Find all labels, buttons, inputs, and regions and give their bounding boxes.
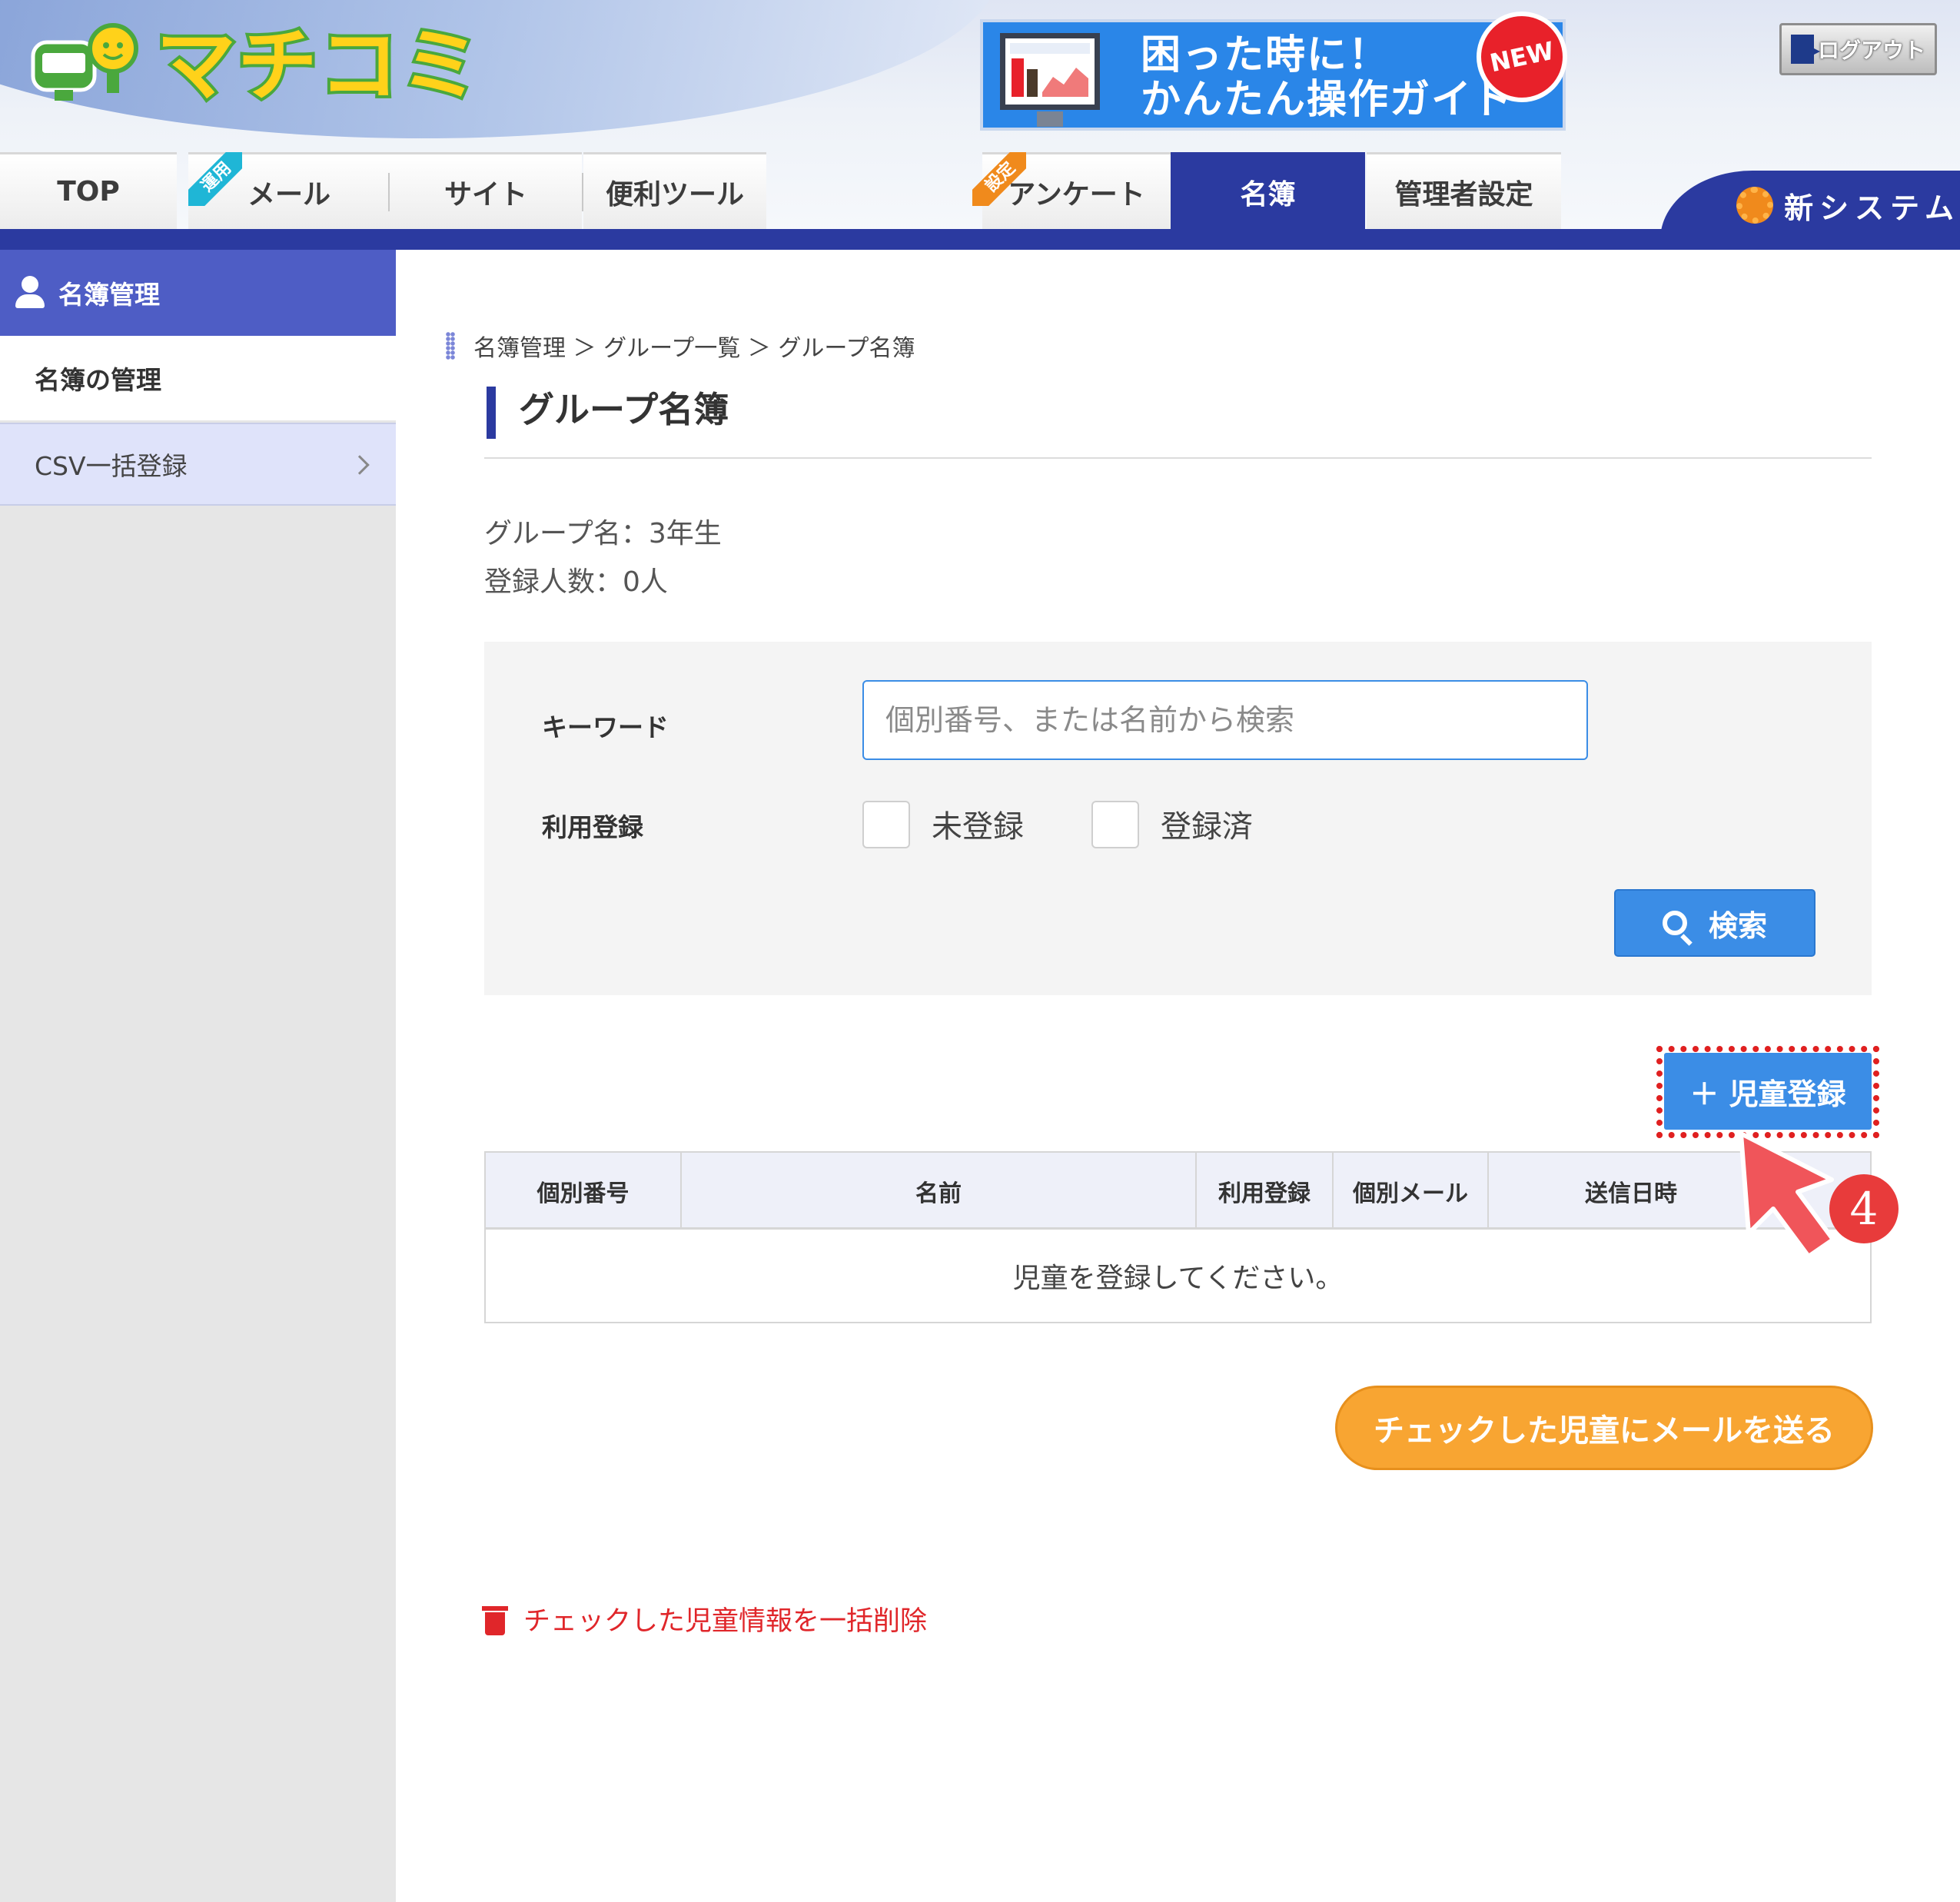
sidebar-item-label: 名簿の管理 bbox=[35, 365, 161, 395]
checkbox-unregistered[interactable] bbox=[862, 801, 910, 848]
roster-table: 個別番号 名前 利用登録 個別メール 送信日時 児童を登録してください。 bbox=[484, 1151, 1872, 1323]
breadcrumb-text[interactable]: 名簿管理 ＞ グループ一覧 ＞ グループ名簿 bbox=[473, 329, 915, 363]
logo-text: マチコミ bbox=[153, 18, 483, 112]
empty-table-message: 児童を登録してください。 bbox=[1012, 1263, 1344, 1294]
checkbox-registered-label: 登録済 bbox=[1161, 809, 1253, 845]
ribbon-label: 設定 bbox=[972, 152, 1026, 206]
column-header: 個別メール bbox=[1334, 1153, 1489, 1230]
header: マチコミ 困った時に！ かんたん操作ガイド NEW ログアウト TOP メール … bbox=[0, 0, 1960, 250]
guide-banner[interactable]: 困った時に！ かんたん操作ガイド NEW bbox=[980, 3, 1576, 131]
keyword-label: キーワード bbox=[542, 712, 669, 742]
tab-label: 名簿 bbox=[1240, 178, 1296, 211]
column-header: 利用登録 bbox=[1197, 1153, 1334, 1230]
tab-site[interactable]: サイト bbox=[390, 152, 582, 229]
sidebar-heading-label: 名簿管理 bbox=[58, 280, 160, 310]
person-icon bbox=[14, 276, 48, 310]
pointer-arrow-icon bbox=[1739, 1131, 1835, 1259]
ribbon-operation: 運用 bbox=[188, 152, 242, 206]
monitor-icon bbox=[1000, 33, 1100, 110]
monitor-stand bbox=[1037, 111, 1063, 127]
sidebar-item-roster-management[interactable]: 名簿の管理 bbox=[0, 336, 396, 420]
new-system-label: 新システム bbox=[1784, 191, 1960, 225]
sidebar-heading: 名簿管理 bbox=[0, 250, 396, 336]
tab-label: アンケート bbox=[1008, 178, 1145, 211]
guide-chart-icon bbox=[1010, 43, 1090, 97]
member-count: 登録人数：0人 bbox=[484, 566, 668, 598]
tab-admin-settings[interactable]: 管理者設定 bbox=[1367, 152, 1561, 229]
ribbon-label: 運用 bbox=[188, 152, 242, 206]
breadcrumb: 名簿管理 ＞ グループ一覧 ＞ グループ名簿 bbox=[446, 329, 915, 363]
guide-line1: 困った時に！ bbox=[1141, 32, 1390, 78]
column-header: 個別番号 bbox=[486, 1153, 682, 1230]
tab-top[interactable]: TOP bbox=[0, 152, 177, 229]
checkbox-registered[interactable] bbox=[1091, 801, 1139, 848]
sidebar-item-csv-import[interactable]: CSV一括登録 bbox=[0, 423, 396, 506]
search-icon bbox=[1662, 911, 1687, 935]
page-title: グループ名簿 bbox=[519, 389, 729, 430]
title-divider bbox=[484, 457, 1872, 459]
tab-label: メール bbox=[247, 178, 331, 211]
ribbon-settings: 設定 bbox=[972, 152, 1026, 206]
search-panel: キーワード 利用登録 未登録 登録済 検索 bbox=[484, 642, 1872, 995]
breadcrumb-dots-icon bbox=[446, 332, 455, 360]
tab-label: 管理者設定 bbox=[1394, 178, 1533, 211]
bulk-delete-label: チェックした児童情報を一括削除 bbox=[523, 1606, 928, 1637]
page: マチコミ 困った時に！ かんたん操作ガイド NEW ログアウト TOP メール … bbox=[0, 0, 1960, 1902]
search-button[interactable]: 検索 bbox=[1614, 889, 1815, 957]
tab-label: TOP bbox=[57, 176, 120, 207]
logout-door-icon bbox=[1791, 35, 1820, 64]
title-accent bbox=[487, 387, 496, 439]
trash-icon bbox=[482, 1603, 508, 1635]
bulk-delete-link[interactable]: チェックした児童情報を一括削除 bbox=[482, 1599, 927, 1638]
guide-line2: かんたん操作ガイド bbox=[1141, 77, 1515, 123]
logo-chat-icon bbox=[31, 23, 138, 101]
gear-icon bbox=[1736, 187, 1774, 224]
logout-label: ログアウト bbox=[1817, 38, 1925, 63]
send-mail-button[interactable]: チェックした児童にメールを送る bbox=[1335, 1386, 1873, 1470]
sidebar-item-label: CSV一括登録 bbox=[35, 451, 188, 481]
registration-label: 利用登録 bbox=[542, 812, 643, 842]
search-button-label: 検索 bbox=[1708, 908, 1767, 943]
keyword-input[interactable] bbox=[862, 680, 1588, 760]
tab-tools[interactable]: 便利ツール bbox=[583, 152, 766, 229]
new-system-link[interactable]: 新システム bbox=[1660, 171, 1960, 240]
column-header: 名前 bbox=[682, 1153, 1197, 1230]
group-name: グループ名：3年生 bbox=[484, 518, 722, 549]
logo[interactable]: マチコミ bbox=[27, 15, 483, 115]
chevron-right-icon bbox=[350, 455, 370, 475]
tab-roster[interactable]: 名簿 bbox=[1171, 152, 1365, 229]
table-header: 個別番号 名前 利用登録 個別メール 送信日時 bbox=[486, 1153, 1870, 1230]
tab-label: 便利ツール bbox=[605, 178, 744, 211]
guide-text: 困った時に！ かんたん操作ガイド bbox=[1141, 33, 1514, 122]
logout-button[interactable]: ログアウト bbox=[1779, 23, 1937, 75]
step-number-badge: 4 bbox=[1829, 1174, 1899, 1243]
checkbox-unregistered-label: 未登録 bbox=[932, 809, 1024, 845]
main-content: 名簿管理 ＞ グループ一覧 ＞ グループ名簿 グループ名簿 グループ名：3年生 … bbox=[396, 250, 1960, 1902]
sidebar: 名簿管理 名簿の管理 CSV一括登録 bbox=[0, 250, 396, 1902]
tab-label: サイト bbox=[443, 178, 527, 211]
